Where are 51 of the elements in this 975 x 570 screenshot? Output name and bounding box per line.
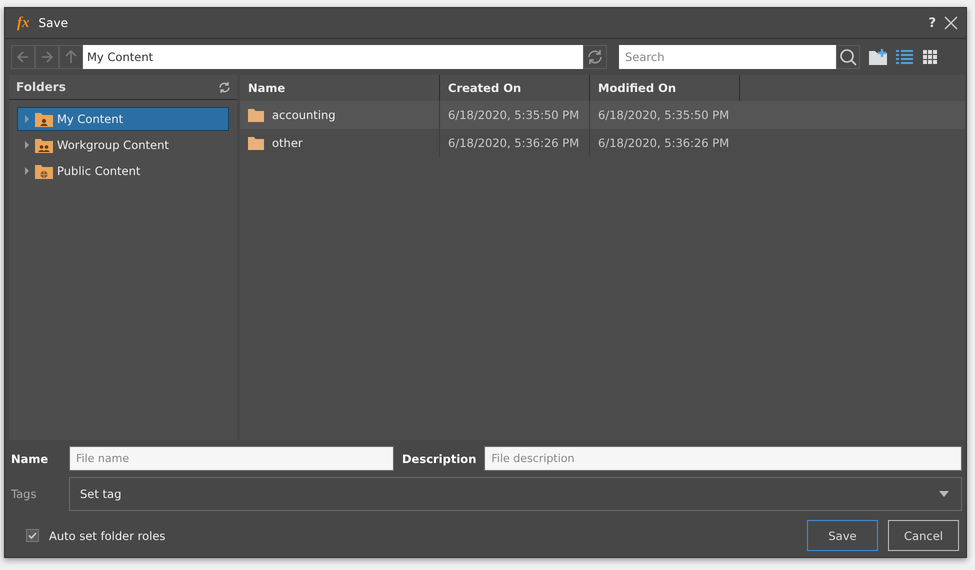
new-folder-icon [869,49,887,65]
panel-title: Folders [16,80,66,94]
description-field[interactable]: File description [484,446,962,471]
folder-icon [248,108,264,122]
folder-icon [248,136,264,150]
dropdown-caret-icon [939,491,949,497]
cancel-button[interactable]: Cancel [888,520,959,551]
app-logo: fx [17,14,30,32]
search-button[interactable] [836,45,860,69]
caret-right-icon[interactable] [24,141,30,149]
caret-right-icon[interactable] [24,167,30,175]
table-cell: other [272,136,303,150]
help-button[interactable]: ? [924,16,940,30]
search-field[interactable]: Search [619,45,836,69]
close-icon [944,16,958,30]
group-folder-icon [35,138,53,152]
table-cell: 6/18/2020, 5:36:26 PM [589,129,739,157]
list-view-button[interactable] [896,48,913,66]
table-cell: 6/18/2020, 5:35:50 PM [439,101,589,129]
save-button[interactable]: Save [807,520,878,551]
folder-tree-item[interactable]: Workgroup Content [17,133,229,157]
column-header[interactable]: Name [240,75,439,101]
tags-dropdown[interactable]: Set tag [69,477,962,511]
folder-tree-item[interactable]: Public Content [17,159,229,183]
path-field[interactable]: My Content [83,45,583,69]
public-folder-icon [35,164,53,178]
field-label: Description [402,452,476,466]
refresh-button[interactable] [218,80,231,94]
checked-checkbox[interactable] [26,529,39,542]
table-cell: accounting [272,108,336,122]
search-icon [839,48,857,66]
folder-tree-item[interactable]: My Content [17,107,229,131]
name-field[interactable]: File name [69,446,394,471]
up-button[interactable] [59,45,83,69]
file-row[interactable]: accounting 6/18/2020, 5:35:50 PM 6/18/2020, 5:35:50 PM [240,101,965,129]
checkbox-label: Auto set folder roles [49,528,166,542]
refresh-button[interactable] [583,45,607,69]
file-row[interactable]: other 6/18/2020, 5:36:26 PM 6/18/2020, 5:36:26 PM [240,129,965,157]
window-title: Save [38,16,68,30]
field-label: Tags [11,487,38,501]
user-folder-icon [35,112,53,126]
refresh-icon [218,80,231,94]
caret-right-icon[interactable] [24,115,30,123]
field-label: Name [11,452,50,466]
table-cell: 6/18/2020, 5:36:26 PM [439,129,589,157]
table-cell: 6/18/2020, 5:35:50 PM [589,101,739,129]
refresh-icon [586,48,604,66]
grid-view-button[interactable] [922,48,939,66]
back-button[interactable] [11,45,35,69]
new-folder-button[interactable] [869,49,887,65]
forward-button[interactable] [35,45,59,69]
